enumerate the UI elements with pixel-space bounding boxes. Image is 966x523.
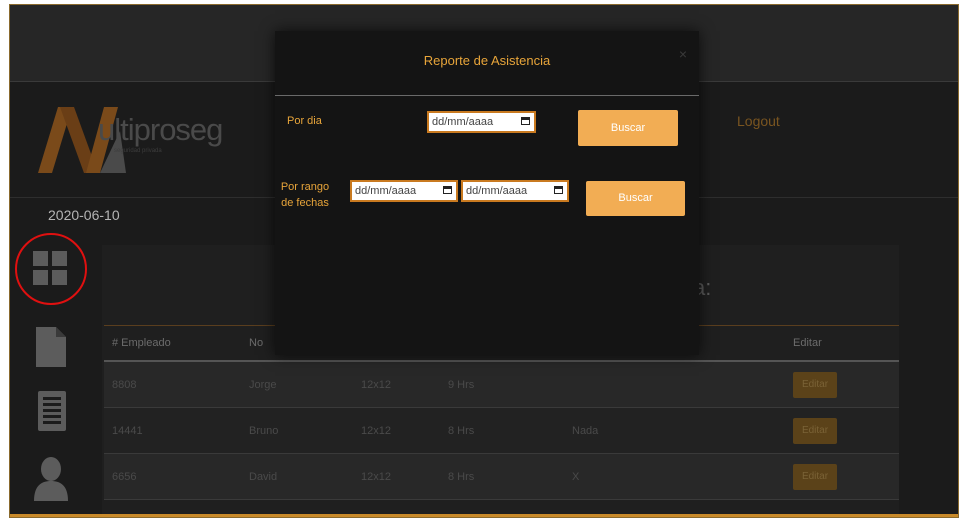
cell-employee-id: 8808 <box>104 361 241 408</box>
by-range-label: Por rango de fechas <box>275 179 335 211</box>
close-icon[interactable]: × <box>679 46 687 62</box>
attendance-report-modal: Reporte de Asistencia × Por dia dd/mm/aa… <box>275 31 699 355</box>
cell-shift: 12x12 <box>353 407 440 454</box>
table-row: 8808 Jorge 12x12 9 Hrs Editar <box>104 361 899 408</box>
range-from-date-input[interactable]: dd/mm/aaaa <box>350 180 458 202</box>
cell-shift: 12x12 <box>353 361 440 408</box>
calendar-icon[interactable] <box>521 117 530 125</box>
edit-button[interactable]: Editar <box>793 417 837 444</box>
user-icon[interactable] <box>34 457 68 501</box>
search-by-range-button[interactable]: Buscar <box>586 181 685 216</box>
calendar-icon[interactable] <box>554 186 563 194</box>
cell-employee-id: 6656 <box>104 453 241 500</box>
dashboard-grid-icon[interactable] <box>33 251 67 285</box>
edit-button[interactable]: Editar <box>793 371 837 398</box>
cell-name: Jorge <box>241 361 353 408</box>
search-by-day-button[interactable]: Buscar <box>578 110 678 146</box>
by-day-date-value: dd/mm/aaaa <box>432 116 494 128</box>
cell-employee-id: 14441 <box>104 407 241 454</box>
cell-edit: Editar <box>785 407 899 454</box>
cell-edit: Editar <box>785 453 899 500</box>
cell-hours: 8 Hrs <box>440 453 564 500</box>
list-icon[interactable] <box>38 391 66 431</box>
cell-note: X <box>564 453 785 500</box>
range-to-value: dd/mm/aaaa <box>466 185 528 197</box>
current-date: 2020-06-10 <box>48 207 120 223</box>
logout-link[interactable]: Logout <box>737 113 780 129</box>
cell-name: David <box>241 453 353 500</box>
brand-tagline: seguridad privada <box>114 148 162 154</box>
cell-hours: 9 Hrs <box>440 361 564 408</box>
modal-title: Reporte de Asistencia <box>423 53 551 68</box>
app-frame: ultiproseg seguridad privada Logout 2020… <box>9 4 959 518</box>
cell-edit: Editar <box>785 361 899 408</box>
cell-name: Bruno <box>241 407 353 454</box>
col-header-employee: # Empleado <box>104 325 241 362</box>
edit-button[interactable]: Editar <box>793 463 837 490</box>
document-icon[interactable] <box>36 327 66 367</box>
cell-note <box>564 361 785 408</box>
cell-shift: 12x12 <box>353 453 440 500</box>
by-day-label: Por dia <box>287 115 322 127</box>
range-to-date-input[interactable]: dd/mm/aaaa <box>461 180 569 202</box>
modal-divider <box>275 95 699 96</box>
brand-name: ultiproseg <box>98 112 223 147</box>
cell-note: Nada <box>564 407 785 454</box>
by-range-label-line2: de fechas <box>281 197 329 209</box>
cell-hours: 8 Hrs <box>440 407 564 454</box>
by-day-date-input[interactable]: dd/mm/aaaa <box>427 111 536 133</box>
range-from-value: dd/mm/aaaa <box>355 185 417 197</box>
calendar-icon[interactable] <box>443 186 452 194</box>
table-row: 14441 Bruno 12x12 8 Hrs Nada Editar <box>104 407 899 454</box>
col-header-edit: Editar <box>785 325 899 362</box>
by-range-label-line1: Por rango <box>280 181 330 193</box>
table-row: 6656 David 12x12 8 Hrs X Editar <box>104 453 899 500</box>
